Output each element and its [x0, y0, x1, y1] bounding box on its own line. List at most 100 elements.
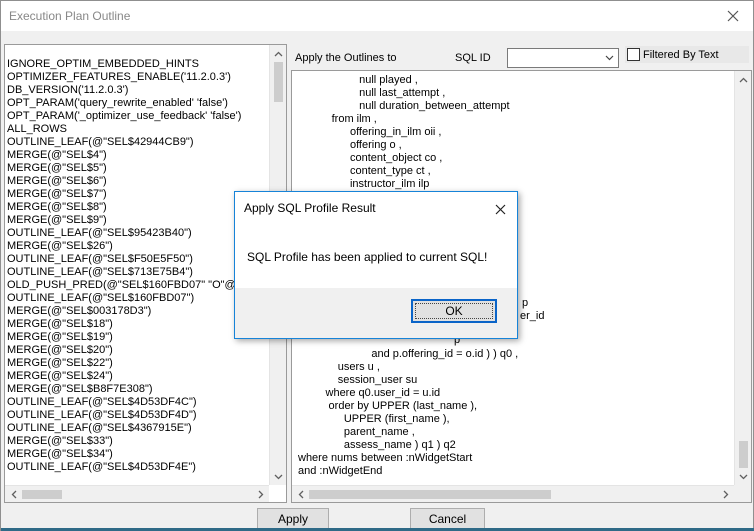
list-item: MERGE(@"SEL$9"): [7, 214, 107, 226]
list-item: MERGE(@"SEL$6"): [7, 175, 107, 187]
list-item: OPT_PARAM('_optimizer_use_feedback' 'fal…: [7, 110, 242, 122]
dropdown-arrow[interactable]: [600, 49, 618, 67]
list-item: OUTLINE_LEAF(@"SEL$42944CB9"): [7, 136, 194, 148]
list-item: OUTLINE_LEAF(@"SEL$4D53DF4E"): [7, 461, 196, 473]
sql-line: content_type ct ,: [298, 165, 431, 177]
sql-line: offering o ,: [298, 139, 402, 151]
sql-line: from ilm ,: [298, 113, 377, 125]
close-icon: [495, 204, 505, 214]
list-item: MERGE(@"SEL$003178D3"): [7, 305, 152, 317]
chevron-down-icon: [605, 55, 613, 61]
sql-id-label: SQL ID: [455, 52, 491, 64]
filtered-by-text-label: Filtered By Text: [643, 49, 719, 61]
list-item: OUTLINE_LEAF(@"SEL$4D53DF4C"): [7, 396, 197, 408]
chevron-up-icon: [274, 51, 283, 56]
chevron-right-icon: [258, 490, 263, 499]
window-title: Execution Plan Outline: [9, 9, 131, 23]
apply-outlines-label: Apply the Outlines to: [295, 52, 397, 64]
scroll-thumb[interactable]: [22, 490, 62, 499]
list-item: MERGE(@"SEL$7"): [7, 188, 107, 200]
ok-button[interactable]: OK: [411, 299, 497, 323]
list-item: MERGE(@"SEL$18"): [7, 318, 113, 330]
chevron-down-icon: [739, 474, 748, 479]
scroll-corner: [734, 485, 751, 502]
apply-button[interactable]: Apply: [257, 508, 329, 529]
list-item: MERGE(@"SEL$24"): [7, 370, 113, 382]
chevron-right-icon: [723, 490, 728, 499]
scroll-up-arrow[interactable]: [270, 45, 286, 62]
hints-horizontal-scrollbar[interactable]: [5, 485, 269, 502]
sql-line: UPPER (first_name ),: [298, 413, 450, 425]
scroll-thumb[interactable]: [274, 62, 283, 102]
sql-line: null duration_between_attempt: [298, 100, 510, 112]
sql-line: session_user su: [298, 374, 418, 386]
sql-fragment: er_id: [520, 310, 545, 322]
sql-line: where nums between :nWidgetStart: [298, 452, 473, 464]
sql-line: instructor_ilm ilp: [298, 178, 430, 190]
outline-hints-items: IGNORE_OPTIM_EMBEDDED_HINTS OPTIMIZER_FEA…: [7, 58, 269, 474]
scroll-left-arrow[interactable]: [292, 486, 309, 502]
chevron-left-icon: [11, 490, 16, 499]
dialog-title: Apply SQL Profile Result: [244, 201, 376, 215]
list-item: MERGE(@"SEL$26"): [7, 240, 113, 252]
sql-line: content_object co ,: [298, 152, 443, 164]
sql-line: order by UPPER (last_name ),: [298, 400, 478, 412]
chevron-left-icon: [298, 490, 303, 499]
list-item: OLD_PUSH_PRED(@"SEL$160FBD07" "O"@"SEL: [7, 279, 261, 291]
sql-line: users u ,: [298, 361, 380, 373]
list-item: MERGE(@"SEL$4"): [7, 149, 107, 161]
list-item: OPT_PARAM('query_rewrite_enabled' 'false…: [7, 97, 228, 109]
list-item: IGNORE_OPTIM_EMBEDDED_HINTS: [7, 58, 199, 70]
sql-line: parent_name ,: [298, 426, 415, 438]
scroll-up-arrow[interactable]: [735, 71, 751, 88]
close-icon: [727, 10, 739, 22]
list-item: OUTLINE_LEAF(@"SEL$4D53DF4D"): [7, 409, 197, 421]
dialog-message: SQL Profile has been applied to current …: [247, 250, 488, 264]
list-item: OUTLINE_LEAF(@"SEL$F50E5F50"): [7, 253, 193, 265]
scroll-thumb[interactable]: [739, 441, 748, 468]
sql-id-dropdown[interactable]: [507, 48, 619, 68]
list-item: MERGE(@"SEL$20"): [7, 344, 113, 356]
window-close-button[interactable]: [713, 1, 753, 31]
chevron-down-icon: [274, 474, 283, 479]
list-item: DB_VERSION('11.2.0.3'): [7, 84, 129, 96]
sql-horizontal-scrollbar[interactable]: [292, 485, 734, 502]
sql-fragment: p: [522, 297, 529, 309]
sql-line: and :nWidgetEnd: [298, 465, 383, 477]
list-item: MERGE(@"SEL$19"): [7, 331, 113, 343]
filtered-by-text-checkbox[interactable]: [627, 48, 640, 61]
scroll-thumb[interactable]: [309, 490, 551, 499]
sql-line: null last_attempt ,: [298, 87, 446, 99]
cancel-button[interactable]: Cancel: [410, 508, 485, 529]
sql-line: offering_in_ilm oii ,: [298, 126, 442, 138]
chevron-up-icon: [739, 77, 748, 82]
sql-line: and p.offering_id = o.id ) ) q0 ,: [298, 348, 519, 360]
sql-line: assess_name ) q1 ) q2: [298, 439, 456, 451]
list-item: OUTLINE_LEAF(@"SEL$160FBD07"): [7, 292, 195, 304]
list-item: MERGE(@"SEL$22"): [7, 357, 113, 369]
scroll-right-arrow[interactable]: [717, 486, 734, 502]
sql-line: where q0.user_id = u.id: [298, 387, 441, 399]
apply-sql-profile-dialog: Apply SQL Profile Result SQL Profile has…: [234, 191, 518, 339]
list-item: ALL_ROWS: [7, 123, 67, 135]
scroll-down-arrow[interactable]: [270, 468, 286, 485]
list-item: MERGE(@"SEL$B8F7E308"): [7, 383, 153, 395]
list-item: OUTLINE_LEAF(@"SEL$95423B40"): [7, 227, 192, 239]
dialog-close-button[interactable]: [489, 198, 511, 220]
sql-line: null played ,: [298, 74, 418, 86]
list-item: MERGE(@"SEL$34"): [7, 448, 113, 460]
list-item: MERGE(@"SEL$8"): [7, 201, 107, 213]
sql-text-top: null played , null last_attempt , null d…: [298, 74, 738, 191]
scroll-right-arrow[interactable]: [252, 486, 269, 502]
list-item: OUTLINE_LEAF(@"SEL$4367915E"): [7, 422, 192, 434]
list-item: MERGE(@"SEL$5"): [7, 162, 107, 174]
sql-vertical-scrollbar[interactable]: [734, 71, 751, 485]
list-item: OPTIMIZER_FEATURES_ENABLE('11.2.0.3'): [7, 71, 231, 83]
list-item: MERGE(@"SEL$33"): [7, 435, 113, 447]
list-item: OUTLINE_LEAF(@"SEL$713E75B4"): [7, 266, 193, 278]
scroll-left-arrow[interactable]: [5, 486, 22, 502]
scroll-down-arrow[interactable]: [735, 468, 751, 485]
title-bar: Execution Plan Outline: [1, 1, 753, 31]
dialog-footer: OK: [235, 288, 517, 338]
sql-text-bottom: and p.offering_id = o.id ) ) q0 , users …: [298, 348, 738, 478]
